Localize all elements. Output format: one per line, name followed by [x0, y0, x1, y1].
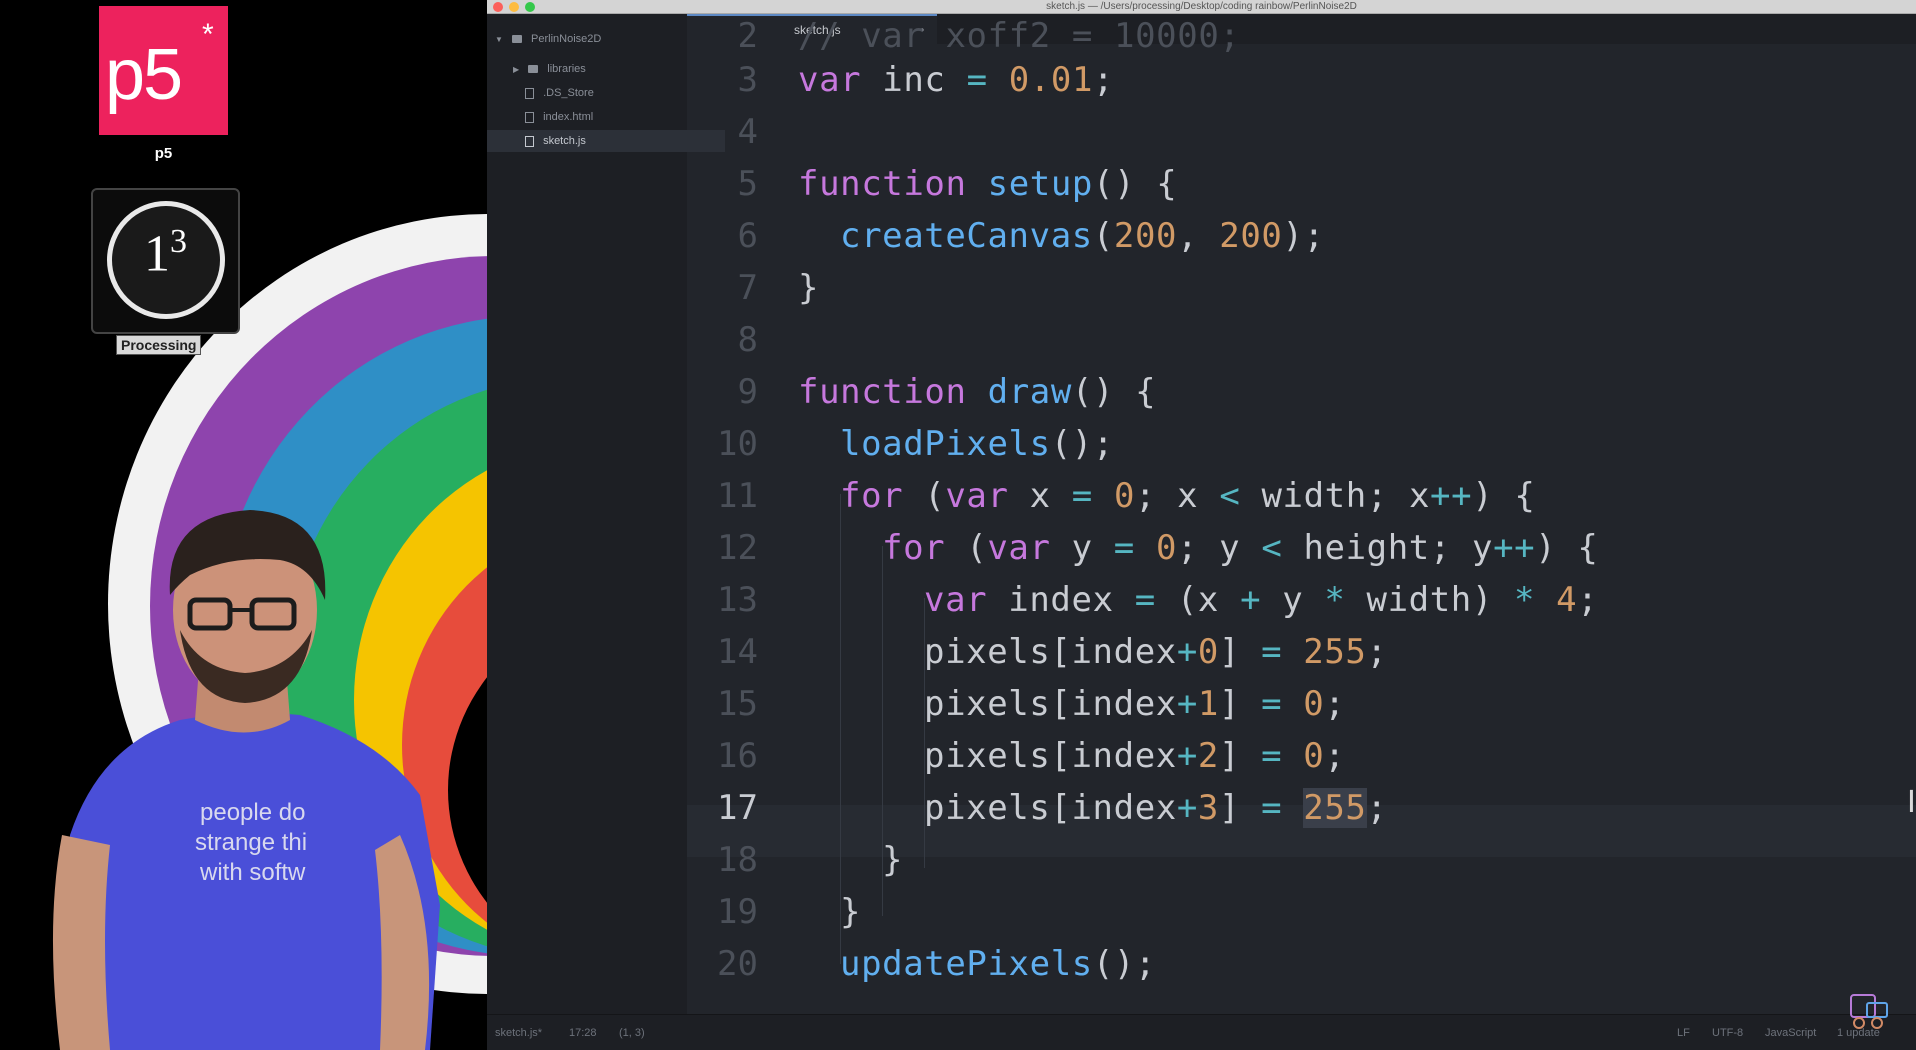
- shirt-text-3: with softw: [199, 859, 306, 886]
- line-number: 3: [737, 60, 758, 100]
- p5-logo: p5 *: [99, 6, 228, 135]
- file-icon: [525, 135, 534, 147]
- line-number: 11: [717, 476, 758, 516]
- p5-logo-text: p5: [105, 35, 183, 115]
- code-line-15: pixels[index+1] = 0;: [924, 684, 1346, 724]
- line-number: 14: [717, 632, 758, 672]
- file-tree: ▼ PerlinNoise2D ▶ libraries .DS_Store in…: [487, 14, 725, 1024]
- coding-train-icon: [1850, 994, 1888, 1029]
- code-line-11: for (var x = 0; x < width; x++) {: [840, 476, 1536, 516]
- text-cursor-icon: I: [1907, 785, 1916, 820]
- processing-caption: Processing: [116, 335, 202, 355]
- status-line-ending[interactable]: LF: [1677, 1027, 1690, 1039]
- line-number-gutter: 2 3 4 5 6 7 8 9 10 11 12 13 14 15 16 17 …: [687, 16, 774, 1014]
- line-number: 10: [717, 424, 758, 464]
- line-number: 13: [717, 580, 758, 620]
- code-line-17: pixels[index+3] = 255;: [924, 788, 1388, 828]
- tree-item-label: libraries: [547, 63, 586, 75]
- code-line-3: var inc = 0.01;: [798, 60, 1115, 100]
- line-number: 2: [737, 16, 758, 56]
- code-line-16: pixels[index+2] = 0;: [924, 736, 1346, 776]
- title-bar: sketch.js — /Users/processing/Desktop/co…: [487, 0, 1916, 14]
- tree-root-folder[interactable]: ▼ PerlinNoise2D: [487, 28, 695, 50]
- window-title: sketch.js — /Users/processing/Desktop/co…: [1046, 1, 1357, 12]
- folder-icon: [511, 35, 522, 44]
- status-bar: sketch.js* 17:28 (1, 3) LF UTF-8 JavaScr…: [487, 994, 1916, 1050]
- code-line-14: pixels[index+0] = 255;: [924, 632, 1388, 672]
- line-number: 16: [717, 736, 758, 776]
- line-number: 9: [737, 372, 758, 412]
- line-number: 15: [717, 684, 758, 724]
- code-line-5: function setup() {: [798, 164, 1178, 204]
- code-line-2: // var xoff2 = 10000;: [798, 16, 1241, 56]
- code-line-9: function draw() {: [798, 372, 1157, 412]
- code-line-19: }: [840, 892, 862, 932]
- video-overlay: p5 * p5 13 Processing people do strange …: [0, 0, 487, 1050]
- code-line-20: updatePixels();: [840, 944, 1157, 984]
- p5-caption: p5: [154, 145, 173, 162]
- status-file[interactable]: sketch.js*: [495, 1027, 542, 1039]
- status-encoding[interactable]: UTF-8: [1712, 1027, 1743, 1039]
- p5-logo-star: *: [202, 18, 214, 51]
- code-line-18: }: [882, 840, 904, 880]
- status-selection: (1, 3): [619, 1027, 645, 1039]
- tree-root-label: PerlinNoise2D: [531, 33, 602, 45]
- tree-item-label: index.html: [543, 111, 594, 123]
- chevron-right-icon: ▶: [513, 65, 520, 74]
- line-number: 12: [717, 528, 758, 568]
- line-number: 20: [717, 944, 758, 984]
- shirt-text-2: strange thi: [195, 829, 307, 856]
- line-number: 8: [737, 320, 758, 360]
- code-line-6: createCanvas(200, 200);: [840, 216, 1325, 256]
- line-number: 18: [717, 840, 758, 880]
- file-icon: [525, 87, 534, 99]
- line-number: 6: [737, 216, 758, 256]
- processing-logo-text: 13: [144, 223, 187, 283]
- status-cursor-position[interactable]: 17:28: [569, 1027, 597, 1039]
- file-icon: [525, 111, 534, 123]
- line-number: 19: [717, 892, 758, 932]
- folder-icon: [528, 65, 539, 74]
- line-number: 7: [737, 268, 758, 308]
- code-editor-window: sketch.js — /Users/processing/Desktop/co…: [487, 0, 1916, 1050]
- code-area[interactable]: // var xoff2 = 10000; var inc = 0.01; fu…: [798, 16, 1908, 1014]
- line-number: 5: [737, 164, 758, 204]
- status-grammar[interactable]: JavaScript: [1765, 1027, 1816, 1039]
- chevron-down-icon: ▼: [495, 35, 503, 44]
- code-line-12: for (var y = 0; y < height; y++) {: [882, 528, 1599, 568]
- tree-item-libraries[interactable]: ▶ libraries: [487, 58, 713, 80]
- tree-item-label: sketch.js: [543, 135, 586, 147]
- tree-item-label: .DS_Store: [543, 87, 594, 99]
- code-line-13: var index = (x + y * width) * 4;: [924, 580, 1599, 620]
- shirt-text-1: people do: [200, 799, 305, 826]
- line-number: 4: [737, 112, 758, 152]
- processing-logo: 13: [91, 188, 240, 334]
- presenter-arm-left: [52, 835, 110, 1050]
- code-line-10: loadPixels();: [840, 424, 1114, 464]
- code-line-7: }: [798, 268, 820, 308]
- presenter: people do strange thi with softw: [52, 510, 440, 1050]
- line-number-current: 17: [717, 788, 758, 828]
